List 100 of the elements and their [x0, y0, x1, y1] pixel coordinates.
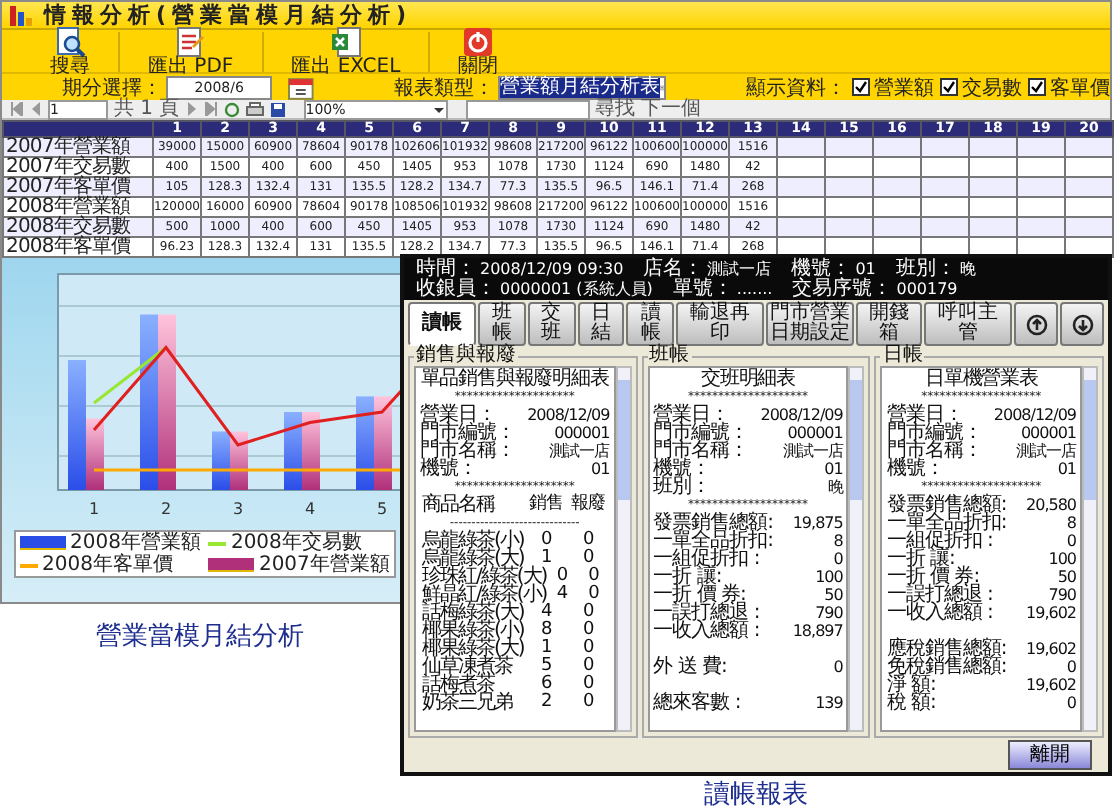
info-value: 01	[855, 259, 876, 277]
report-value: 0	[581, 640, 596, 658]
tab[interactable]: 讀帳	[408, 302, 476, 346]
report-label: 一單全品折扣:	[886, 514, 1007, 532]
report-value: 測試一店	[1016, 442, 1077, 460]
tab[interactable]: 輸退再印	[676, 302, 764, 346]
window-title: 情報分析(營業當模月結分析)	[44, 0, 413, 30]
legend-label: 2008年營業額	[70, 532, 201, 554]
report-label: 機號：	[420, 460, 477, 478]
report-label: 營業日：	[886, 406, 963, 424]
checkbox[interactable]	[940, 78, 958, 96]
tab[interactable]: 讀帳	[626, 302, 675, 346]
report-label: 發票銷售總額:	[653, 514, 774, 532]
first-page-icon[interactable]	[10, 102, 24, 116]
exit-button[interactable]: 離開	[1008, 740, 1092, 770]
report-value: 790	[1048, 586, 1077, 604]
info-label: 單號：	[672, 279, 733, 299]
report-label: 烏龍綠茶(小)	[420, 532, 526, 550]
report-label: 話梅煮茶	[420, 676, 495, 694]
report-value: 0	[581, 694, 596, 712]
field-label: 期分選擇：	[62, 75, 162, 99]
save-icon[interactable]	[269, 101, 286, 117]
report-value: 1	[539, 640, 554, 658]
scroll-up-button[interactable]	[1014, 302, 1059, 346]
tab[interactable]: 日結	[577, 302, 625, 346]
report-value: 0	[539, 532, 554, 550]
report-type-dropdown[interactable]: 營業額月結分析表	[498, 75, 666, 99]
scrollbar[interactable]	[848, 366, 865, 732]
spreadsheet-icon	[329, 26, 362, 58]
report-value: 100	[1048, 550, 1077, 568]
report-label: 班別：	[653, 478, 711, 496]
report-value: 銷售	[527, 496, 566, 514]
report-label: 門市編號：	[653, 424, 749, 442]
report-label: 商品名稱	[420, 496, 497, 514]
search-icon	[54, 26, 86, 58]
report-value: 8	[833, 532, 843, 550]
report-value: 100	[815, 568, 843, 586]
report-value: 0	[586, 568, 601, 586]
app-logo-icon	[10, 4, 32, 26]
report-label: 一收入總額 :	[653, 622, 760, 640]
axis-label: 1	[88, 500, 100, 518]
report-value: 20,580	[1026, 496, 1077, 514]
report-label: 烏龍綠茶(大)	[420, 550, 524, 568]
checkbox-label: 營業額	[874, 75, 934, 101]
axis-label: 4	[304, 500, 316, 518]
legend-label: 2008年交易數	[230, 532, 362, 554]
print-icon[interactable]	[245, 101, 264, 117]
find-field[interactable]	[465, 99, 590, 119]
info-label: 收銀員：	[416, 279, 496, 299]
row-header: 2007年交易數	[3, 157, 153, 177]
caret-icon	[660, 79, 664, 95]
find-link[interactable]: 尋找	[595, 99, 636, 119]
axis-label: 2	[160, 500, 172, 518]
report-value: 19,602	[1026, 676, 1077, 694]
report-label: 稅 額:	[886, 694, 936, 712]
report-label: 一收入總額 :	[886, 604, 993, 622]
report-label: 淨 額:	[886, 676, 936, 694]
report-value: 測試一店	[549, 442, 610, 460]
legend-label: 2007年營業額	[258, 554, 390, 576]
scrollbar[interactable]	[1082, 366, 1099, 732]
axis-label: 5	[376, 500, 388, 518]
checkbox[interactable]	[1028, 78, 1046, 96]
report-label: 一組促折扣 :	[653, 550, 760, 568]
report-label: 發票銷售總額:	[886, 496, 1007, 514]
row-header: 2007年營業額	[3, 137, 153, 157]
previous-page-icon[interactable]	[30, 102, 42, 116]
report-value: 8	[539, 622, 554, 640]
info-value: .......	[736, 279, 773, 299]
refresh-icon[interactable]	[223, 101, 240, 117]
report-value: 000001	[1020, 424, 1077, 442]
report-value: 報廢	[569, 496, 608, 514]
tab[interactable]: 開錢箱	[855, 302, 923, 346]
calendar-icon[interactable]	[288, 75, 314, 99]
arrow-up-icon	[1025, 313, 1048, 335]
caption: 營業當模月結分析	[96, 622, 304, 652]
panel-title: 銷售與報廢	[414, 346, 518, 366]
report-value: 1	[541, 550, 554, 568]
report-value: 晚	[827, 478, 843, 496]
next-page-icon[interactable]	[185, 102, 198, 116]
tab[interactable]: 呼叫主管	[924, 302, 1013, 346]
info-value: 000179	[896, 279, 958, 299]
tab[interactable]: 門市營業日期設定	[765, 302, 854, 346]
scroll-down-button[interactable]	[1060, 302, 1105, 346]
last-page-icon[interactable]	[203, 102, 218, 116]
report-value: 0	[581, 532, 596, 550]
bar	[356, 396, 374, 490]
close-icon	[462, 26, 495, 58]
report-value: 4	[541, 604, 554, 622]
report-value: 000001	[554, 424, 610, 442]
report-label: 一折 價 券:	[653, 586, 746, 604]
row-header: 2008年交易數	[3, 217, 153, 237]
bar	[374, 396, 392, 490]
report-label: 奶茶三兄弟	[420, 694, 515, 712]
report-value: 0	[833, 658, 843, 676]
tab[interactable]: 班帳	[478, 302, 526, 346]
tab[interactable]: 交班	[527, 302, 576, 346]
next-link[interactable]: 下一個	[641, 99, 702, 119]
report-label: 話梅綠茶(大)	[420, 604, 524, 622]
checkbox[interactable]	[852, 78, 870, 96]
info-label: 交易序號：	[792, 279, 893, 299]
